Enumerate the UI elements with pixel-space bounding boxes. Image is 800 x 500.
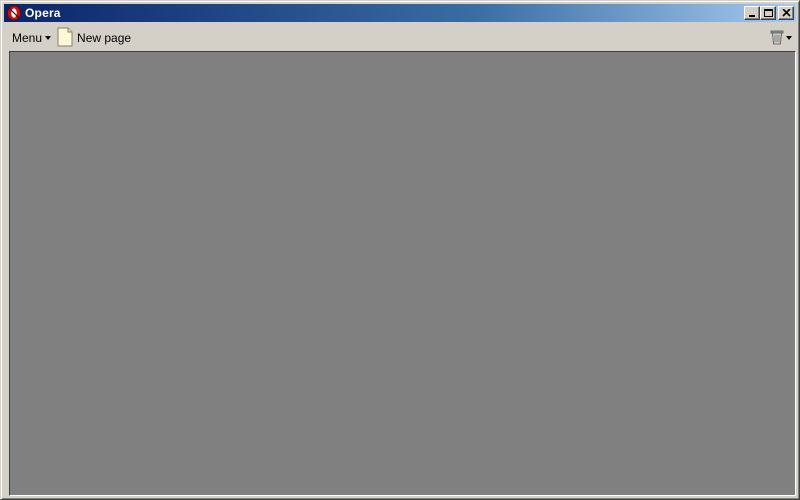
new-page-button[interactable]: New page bbox=[57, 27, 131, 49]
opera-logo-icon[interactable] bbox=[6, 5, 22, 21]
window-title: Opera bbox=[25, 6, 61, 20]
window-controls bbox=[744, 6, 794, 20]
main-toolbar: Menu New page bbox=[4, 26, 796, 50]
trash-icon bbox=[770, 29, 784, 48]
close-icon bbox=[782, 9, 791, 17]
opera-window: Opera Menu New page bbox=[0, 0, 800, 500]
title-bar[interactable]: Opera bbox=[4, 4, 796, 22]
new-page-label: New page bbox=[77, 31, 132, 45]
workspace-area[interactable] bbox=[9, 51, 796, 496]
minimize-button[interactable] bbox=[744, 6, 760, 20]
maximize-icon bbox=[764, 9, 773, 17]
chevron-down-icon bbox=[45, 36, 52, 40]
new-page-icon bbox=[57, 27, 73, 50]
close-button[interactable] bbox=[778, 6, 794, 20]
minimize-icon bbox=[749, 15, 755, 17]
maximize-button[interactable] bbox=[760, 6, 776, 20]
menu-label: Menu bbox=[12, 31, 43, 45]
trash-button[interactable] bbox=[770, 28, 792, 48]
menu-button[interactable]: Menu bbox=[12, 28, 52, 48]
chevron-down-icon[interactable] bbox=[786, 36, 792, 40]
